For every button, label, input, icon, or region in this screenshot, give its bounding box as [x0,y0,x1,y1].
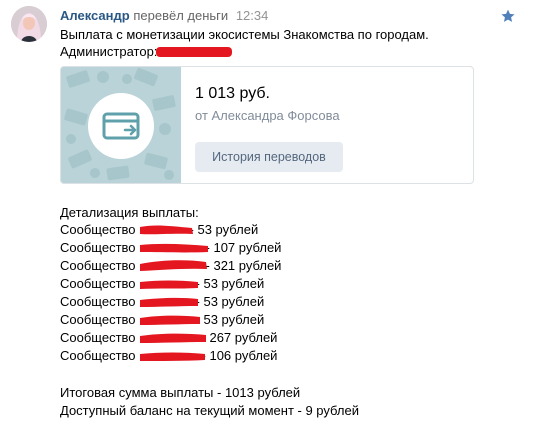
post-time[interactable]: 12:34 [236,8,269,23]
post-header: Александр перевёл деньги 12:34 [60,8,268,24]
author-name-link[interactable]: Александр [60,8,130,23]
avatar-image [11,6,47,42]
details-row-label: Сообщество [60,222,136,237]
details-row-label: Сообщество [60,330,136,345]
details-row-label: Сообщество [60,294,136,309]
available-balance: Доступный баланс на текущий момент - 9 р… [60,403,359,418]
avatar[interactable] [11,6,47,42]
details-row-label: Сообщество [60,240,136,255]
transfer-sender: от Александра Форсова [195,108,340,123]
details-row-label: Сообщество [60,312,136,327]
redaction-mark [156,47,232,57]
star-icon[interactable] [500,8,516,24]
post-action: перевёл деньги [133,8,229,23]
details-row-label: Сообщество [60,348,136,363]
money-transfer-card-icon [61,67,181,183]
payout-total: Итоговая сумма выплаты - 1013 рублей [60,385,301,400]
transfer-history-button[interactable]: История переводов [195,142,343,172]
post-message-line: Выплата с монетизации экосистемы Знакомс… [60,27,429,42]
details-heading: Детализация выплаты: [60,205,199,220]
redaction-marks [140,225,208,361]
details-row-label: Сообщество [60,258,136,273]
money-transfer-card[interactable]: 1 013 руб. от Александра Форсова История… [60,66,474,184]
admin-label: Администратор: [60,44,158,59]
details-row-label: Сообщество [60,276,136,291]
transfer-amount: 1 013 руб. [195,85,270,102]
